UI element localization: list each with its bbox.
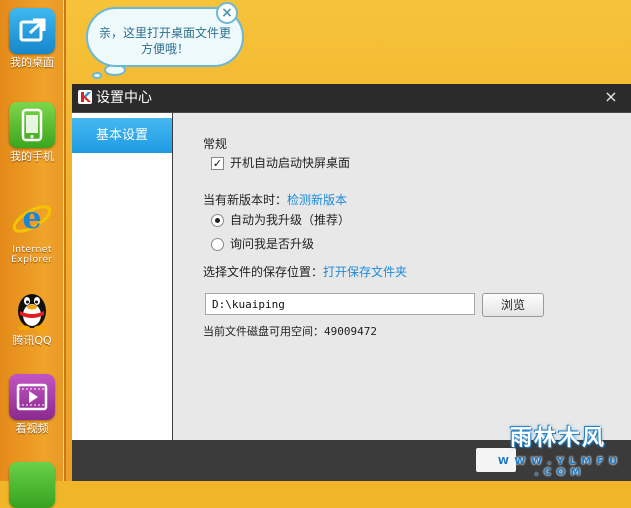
watermark-brand: 雨林木风 (509, 426, 606, 451)
radio-ask-upgrade-label: 询问我是否升级 (230, 237, 315, 251)
free-space-value: 49009472 (324, 325, 377, 338)
video-icon (9, 374, 55, 420)
phone-icon (9, 102, 55, 148)
bubble-tail (92, 72, 102, 79)
free-space-label: 当前文件磁盘可用空间： (203, 325, 324, 338)
window-title: 设置中心 (96, 90, 152, 106)
browse-button[interactable]: 浏览 (482, 293, 544, 317)
dock-label: Internet Explorer (11, 245, 53, 265)
radio-auto-upgrade[interactable] (211, 214, 224, 227)
free-space-row: 当前文件磁盘可用空间：49009472 (203, 325, 377, 339)
settings-sidebar: 基本设置 (72, 113, 172, 440)
update-prompt: 当有新版本时： (203, 193, 288, 207)
dock-label: 腾讯QQ (12, 334, 52, 347)
dock-item-watch-video[interactable]: 看视频 (2, 374, 62, 435)
qq-penguin-icon (9, 286, 55, 332)
svg-text:e: e (22, 201, 41, 236)
app-logo-icon (78, 90, 92, 104)
dock-item-my-desktop[interactable]: 我的桌面 (2, 8, 62, 69)
close-icon[interactable]: × (602, 87, 620, 107)
storage-prompt-row: 选择文件的保存位置：打开保存文件夹 (203, 265, 407, 279)
section-heading-general: 常规 (203, 137, 228, 151)
settings-content: 常规 ✓ 开机自动启动快屏桌面 当有新版本时：检测新版本 自动为我升级（推荐） … (173, 113, 631, 440)
save-path-input[interactable]: D:\kuaiping (205, 293, 475, 315)
checkmark-icon: ✓ (212, 157, 223, 170)
dock-label: 我的桌面 (10, 56, 54, 69)
autostart-label: 开机自动启动快屏桌面 (230, 156, 351, 170)
radio-ask-upgrade[interactable] (211, 238, 224, 251)
update-prompt-row: 当有新版本时：检测新版本 (203, 193, 347, 207)
dock-item-my-phone[interactable]: 我的手机 (2, 102, 62, 163)
dock-label: 看视频 (15, 422, 49, 435)
ie-icon: e (9, 196, 55, 242)
sidebar-item-basic-settings[interactable]: 基本设置 (72, 118, 172, 153)
app-icon (9, 462, 55, 508)
check-new-version-link[interactable]: 检测新版本 (287, 193, 347, 207)
storage-prompt: 选择文件的保存位置： (203, 265, 324, 279)
dock-item-tencent-qq[interactable]: 腾讯QQ (2, 286, 62, 347)
radio-auto-upgrade-label: 自动为我升级（推荐） (230, 213, 351, 227)
dock-item-partial[interactable] (2, 462, 62, 508)
tip-text: 亲，这里打开桌面文件更方便哦！ (98, 26, 231, 56)
dock-label: 我的手机 (10, 150, 54, 163)
desktop-icon (9, 8, 55, 54)
tip-close-icon[interactable]: × (216, 2, 238, 24)
dock-item-internet-explorer[interactable]: e Internet Explorer (2, 196, 62, 265)
watermark-url: W W W . Y L M F U . C O M (497, 456, 619, 478)
title-bar[interactable]: 设置中心 × (72, 84, 631, 113)
autostart-checkbox[interactable]: ✓ (211, 157, 224, 170)
left-dock: 我的桌面 我的手机 e Internet Explorer 腾讯QQ 看视频 (0, 0, 66, 508)
watermark-logo: 雨林木风 W W W . Y L M F U . C O M (497, 416, 619, 478)
open-folder-link[interactable]: 打开保存文件夹 (323, 265, 407, 279)
